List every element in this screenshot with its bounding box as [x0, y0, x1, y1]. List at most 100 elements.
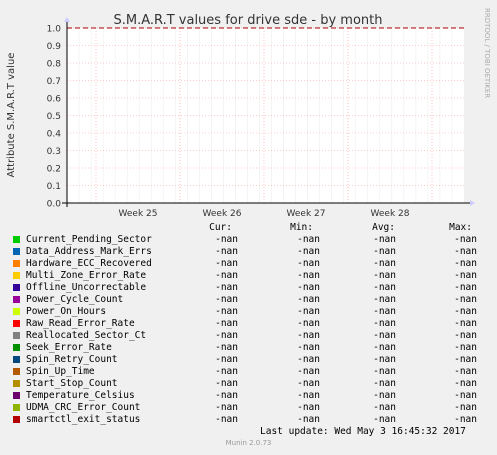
legend-value-cur: -nan	[215, 306, 238, 317]
watermark: RRDTOOL / TOBI OETIKER	[483, 8, 491, 98]
legend-value-min: -nan	[297, 402, 320, 413]
legend-value-max: -nan	[454, 246, 477, 257]
legend-value-avg: -nan	[373, 294, 396, 305]
legend-value-avg: -nan	[373, 390, 396, 401]
legend-label: Offline_Uncorrectable	[26, 282, 147, 293]
legend-value-cur: -nan	[215, 282, 238, 293]
legend-item: Start_Stop_Count -nan -nan -nan -nan	[0, 378, 497, 390]
y-tick-label: 0.7	[47, 77, 61, 87]
legend-value-avg: -nan	[373, 246, 396, 257]
legend-value-cur: -nan	[215, 246, 238, 257]
legend-value-max: -nan	[454, 366, 477, 377]
legend-value-avg: -nan	[373, 366, 396, 377]
x-tick-label: Week 26	[203, 209, 242, 219]
legend-item: Offline_Uncorrectable -nan -nan -nan -nan	[0, 282, 497, 294]
legend-label: Multi_Zone_Error_Rate	[26, 270, 147, 281]
x-axis-arrow	[470, 200, 475, 206]
legend-swatch	[13, 296, 20, 303]
legend-value-avg: -nan	[373, 282, 396, 293]
y-tick-label: 0.1	[47, 182, 61, 192]
legend-label: Current_Pending_Sector	[26, 234, 152, 245]
legend-item: Spin_Retry_Count -nan -nan -nan -nan	[0, 354, 497, 366]
legend-value-max: -nan	[454, 282, 477, 293]
y-tick-label: 0.9	[47, 42, 62, 52]
legend-swatch	[13, 344, 20, 351]
legend-value-avg: -nan	[373, 342, 396, 353]
legend-header-cur: Cur:	[209, 222, 232, 233]
legend-value-min: -nan	[297, 258, 320, 269]
legend-item: Current_Pending_Sector -nan -nan -nan -nan	[0, 234, 497, 246]
legend-value-cur: -nan	[215, 402, 238, 413]
legend-value-min: -nan	[297, 414, 320, 425]
legend-label: Power_Cycle_Count	[26, 294, 124, 305]
y-tick-label: 0.0	[47, 200, 62, 210]
legend-item: Hardware_ECC_Recovered -nan -nan -nan -nan	[0, 258, 497, 270]
legend-value-avg: -nan	[373, 402, 396, 413]
last-update: Last update: Wed May 3 16:45:32 2017	[260, 426, 466, 437]
legend-swatch	[13, 404, 20, 411]
legend-value-max: -nan	[454, 234, 477, 245]
legend-value-max: -nan	[454, 354, 477, 365]
legend-value-cur: -nan	[215, 354, 238, 365]
legend-value-max: -nan	[454, 294, 477, 305]
munin-version: Munin 2.0.73	[225, 439, 272, 447]
legend-value-max: -nan	[454, 390, 477, 401]
legend-item: Power_Cycle_Count -nan -nan -nan -nan	[0, 294, 497, 306]
legend-item: Multi_Zone_Error_Rate -nan -nan -nan -nan	[0, 270, 497, 282]
legend-label: Temperature_Celsius	[26, 390, 135, 401]
legend-value-min: -nan	[297, 234, 320, 245]
legend-value-max: -nan	[454, 402, 477, 413]
legend-swatch	[13, 368, 20, 375]
legend-header-min: Min:	[290, 222, 313, 233]
legend-value-max: -nan	[454, 258, 477, 269]
legend-value-max: -nan	[454, 414, 477, 425]
legend-item: Reallocated_Sector_Ct -nan -nan -nan -nan	[0, 330, 497, 342]
legend-value-cur: -nan	[215, 390, 238, 401]
legend-value-min: -nan	[297, 270, 320, 281]
legend-header-avg: Avg:	[372, 222, 395, 233]
legend-value-min: -nan	[297, 306, 320, 317]
legend-item: smartctl_exit_status -nan -nan -nan -nan	[0, 414, 497, 426]
legend-value-cur: -nan	[215, 342, 238, 353]
legend-value-min: -nan	[297, 342, 320, 353]
legend-value-min: -nan	[297, 282, 320, 293]
legend-item: Power_On_Hours -nan -nan -nan -nan	[0, 306, 497, 318]
y-tick-label: 0.5	[47, 112, 61, 122]
legend-value-avg: -nan	[373, 270, 396, 281]
legend-item: Data_Address_Mark_Errs -nan -nan -nan -nan	[0, 246, 497, 258]
legend-value-min: -nan	[297, 366, 320, 377]
legend-value-max: -nan	[454, 306, 477, 317]
legend-label: Spin_Up_Time	[26, 366, 95, 377]
legend-swatch	[13, 272, 20, 279]
legend-label: Reallocated_Sector_Ct	[26, 330, 147, 341]
legend-swatch	[13, 332, 20, 339]
legend-item: UDMA_CRC_Error_Count -nan -nan -nan -nan	[0, 402, 497, 414]
legend-swatch	[13, 248, 20, 255]
legend-value-cur: -nan	[215, 234, 238, 245]
legend-value-min: -nan	[297, 246, 320, 257]
y-tick-label: 0.6	[47, 95, 62, 105]
y-tick-label: 1.0	[47, 25, 62, 35]
x-tick-label: Week 27	[287, 209, 326, 219]
legend-value-cur: -nan	[215, 366, 238, 377]
legend-value-cur: -nan	[215, 378, 238, 389]
legend-value-max: -nan	[454, 342, 477, 353]
legend-value-cur: -nan	[215, 294, 238, 305]
y-tick-label: 0.2	[47, 165, 61, 175]
y-tick-label: 0.3	[47, 147, 61, 157]
legend-swatch	[13, 416, 20, 423]
legend-label: smartctl_exit_status	[26, 414, 141, 425]
legend-label: Seek_Error_Rate	[26, 342, 112, 353]
legend-value-cur: -nan	[215, 318, 238, 329]
legend-swatch	[13, 284, 20, 291]
legend-value-avg: -nan	[373, 318, 396, 329]
y-axis-label: Attribute S.M.A.R.T value	[6, 53, 17, 178]
legend-label: Raw_Read_Error_Rate	[26, 318, 135, 329]
legend-label: Hardware_ECC_Recovered	[26, 258, 152, 269]
x-tick-label: Week 25	[119, 209, 158, 219]
legend-swatch	[13, 392, 20, 399]
legend-value-cur: -nan	[215, 258, 238, 269]
y-tick-label: 0.8	[47, 60, 62, 70]
legend-value-cur: -nan	[215, 414, 238, 425]
x-tick-label: Week 28	[371, 209, 410, 219]
